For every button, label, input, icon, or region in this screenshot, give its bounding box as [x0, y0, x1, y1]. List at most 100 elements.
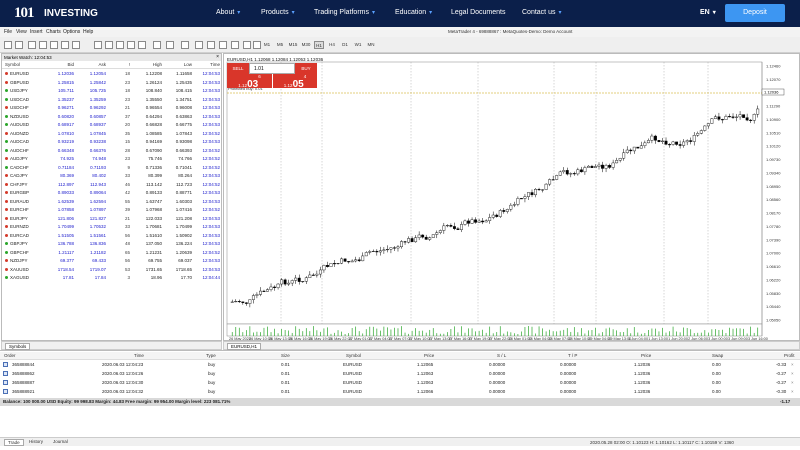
terminal-icon[interactable] [61, 41, 69, 49]
deposit-button[interactable]: Deposit [725, 4, 785, 22]
timeframe-w1[interactable]: W1 [353, 41, 363, 49]
tab-history[interactable]: History [26, 439, 46, 444]
col-bid[interactable]: Bid [52, 62, 74, 67]
menu-file[interactable]: File [4, 29, 12, 35]
fibonacci-icon[interactable] [231, 41, 239, 49]
col-tp[interactable]: T / P [568, 353, 577, 358]
col-high[interactable]: High [138, 62, 162, 67]
trade-row[interactable]: 365888844 2020.06.03 12:04:23 buy 0.01 EURUS… [0, 361, 800, 369]
timeframe-m30[interactable]: M30 [301, 41, 311, 49]
trade-row[interactable]: 365888862 2020.06.03 12:04:26 buy 0.01 EURUS… [0, 370, 800, 378]
zoom-in-icon[interactable] [94, 41, 102, 49]
tab-trade[interactable]: Trade [4, 439, 24, 446]
language-selector[interactable]: EN ▾ [700, 9, 716, 16]
text-icon[interactable] [243, 41, 251, 49]
col-profit[interactable]: Profit [784, 353, 795, 358]
timeframe-m5[interactable]: M5 [275, 41, 285, 49]
col-order[interactable]: Order [4, 353, 16, 358]
sell-price[interactable]: 1.12036 [227, 74, 272, 90]
market-watch-row[interactable]: AUDCAD 0.93219 0.93238 15 0.94169 0.93098 12:0… [2, 138, 221, 147]
tile-windows-icon[interactable] [116, 41, 124, 49]
col-low[interactable]: Low [168, 62, 192, 67]
tab-journal[interactable]: Journal [50, 439, 71, 444]
col-type[interactable]: Type [206, 353, 216, 358]
close-icon[interactable]: × [791, 380, 794, 385]
col-symbol[interactable]: Symbol [5, 62, 20, 67]
col-sl[interactable]: S / L [497, 353, 506, 358]
nav-about[interactable]: About ▾ [216, 9, 240, 16]
nav-trading-platforms[interactable]: Trading Platforms ▾ [314, 9, 375, 16]
market-watch-row[interactable]: CADCHF 0.71184 0.71193 9 0.71336 0.71041 12:04… [2, 164, 221, 173]
menu-help[interactable]: Help [83, 29, 93, 35]
channel-icon[interactable] [219, 41, 227, 49]
market-watch-row[interactable]: USDCHF 0.96271 0.96292 21 0.96554 0.96008 12:0… [2, 104, 221, 113]
market-watch-row[interactable]: NZDUSD 0.60820 0.60857 37 0.64294 0.63863 12:0… [2, 113, 221, 122]
chart-shift-icon[interactable] [138, 41, 146, 49]
new-chart-icon[interactable] [4, 41, 12, 49]
market-watch-row[interactable]: EURGBP 0.89033 0.89064 42 0.89133 0.88771 12:0… [2, 189, 221, 198]
navigator-icon[interactable] [50, 41, 58, 49]
market-watch-row[interactable]: CADJPY 80.369 80.402 33 80.399 80.264 12:04:53 [2, 172, 221, 181]
market-watch-row[interactable]: AUDNZD 1.07810 1.07845 35 1.08585 1.07843 12:0… [2, 130, 221, 139]
col-current-price[interactable]: Price [641, 353, 651, 358]
market-watch-row[interactable]: EURNZD 1.70499 1.70532 33 1.70681 1.70499 12:0… [2, 223, 221, 232]
vertical-line-icon[interactable] [181, 41, 189, 49]
zoom-out-icon[interactable] [105, 41, 113, 49]
col-symbol[interactable]: Symbol [346, 353, 361, 358]
close-icon[interactable]: × [216, 54, 219, 61]
trade-row[interactable]: 365888921 2020.06.03 12:04:32 buy 0.01 EURUS… [0, 388, 800, 396]
close-icon[interactable]: × [791, 362, 794, 367]
data-window-icon[interactable] [39, 41, 47, 49]
sell-button[interactable]: SELL [227, 63, 249, 74]
tab-symbols[interactable]: Symbols [5, 343, 31, 350]
nav-products[interactable]: Products ▾ [261, 9, 295, 16]
chart-window[interactable]: 1.124601.120701.116801.112901.109001.105… [223, 53, 800, 341]
market-watch-row[interactable]: EURAUD 1.62539 1.62594 55 1.63747 1.60303 12:0… [2, 198, 221, 207]
close-icon[interactable]: × [791, 389, 794, 394]
market-watch-row[interactable]: XAUUSD 1718.54 1719.07 53 1731.65 1718.65 12:0… [2, 266, 221, 275]
market-watch-row[interactable]: CHFJPY 112.897 112.943 46 113.142 112.723 12:0… [2, 181, 221, 190]
buy-button[interactable]: BUY [295, 63, 317, 74]
price-chart[interactable]: 1.124601.120701.116801.112901.109001.105… [224, 54, 799, 340]
market-watch-row[interactable]: NZDJPY 69.377 69.433 56 69.755 69.037 12:04:53 [2, 257, 221, 266]
market-watch-row[interactable]: EURJPY 121.806 121.827 21 122.033 121.208 12:0… [2, 215, 221, 224]
market-watch-row[interactable]: XAGUSD 17.81 17.84 3 18.96 17.70 12:04:44 [2, 274, 221, 283]
col-size[interactable]: Size [281, 353, 290, 358]
tab-eurusd-h1[interactable]: EURUSD,H1 [227, 343, 262, 350]
close-icon[interactable]: × [791, 371, 794, 376]
col-ask[interactable]: Ask [84, 62, 106, 67]
menu-insert[interactable]: Insert [30, 29, 43, 35]
timeframe-h1[interactable]: H1 [314, 41, 324, 49]
menu-charts[interactable]: Charts [46, 29, 61, 35]
lot-size-input[interactable] [249, 63, 295, 74]
market-watch-row[interactable]: GBPUSD 1.25815 1.25842 23 1.26124 1.25435 12:0… [2, 79, 221, 88]
buy-price[interactable]: 1.12054 [272, 74, 317, 90]
market-watch-row[interactable]: EURCHF 1.07858 1.07897 39 1.07968 1.07416 12:0… [2, 206, 221, 215]
market-watch-row[interactable]: USDCAD 1.35237 1.35259 23 1.35550 1.34751 12:0… [2, 96, 221, 105]
menu-options[interactable]: Options [63, 29, 80, 35]
market-watch-row[interactable]: EURUSD 1.12036 1.12054 18 1.12208 1.11658 12:0… [2, 70, 221, 79]
col-spread[interactable]: ! [120, 62, 130, 67]
auto-scroll-icon[interactable] [127, 41, 135, 49]
nav-legal-documents[interactable]: Legal Documents [451, 9, 508, 16]
timeframe-mn[interactable]: MN [366, 41, 376, 49]
nav-contact-us[interactable]: Contact us ▾ [522, 9, 561, 16]
market-watch-row[interactable]: AUDUSD 0.68917 0.68937 20 0.66828 0.66775 12:0… [2, 121, 221, 130]
market-watch-row[interactable]: GBPJPY 136.788 136.836 48 137.050 136.224 12:0… [2, 240, 221, 249]
col-time[interactable]: Time [198, 62, 220, 67]
horizontal-line-icon[interactable] [195, 41, 203, 49]
market-watch-row[interactable]: USDJPY 105.711 105.725 18 108.840 108.415 12:0… [2, 87, 221, 96]
cursor-icon[interactable] [153, 41, 161, 49]
timeframe-m15[interactable]: M15 [288, 41, 298, 49]
timeframe-d1[interactable]: D1 [340, 41, 350, 49]
menu-view[interactable]: View [16, 29, 27, 35]
trade-row[interactable]: 365888887 2020.06.03 12:04:30 buy 0.01 EURUS… [0, 379, 800, 387]
trendline-icon[interactable] [207, 41, 215, 49]
market-watch-row[interactable]: AUDCHF 0.66348 0.66376 28 0.67090 0.66393 12:0… [2, 147, 221, 156]
col-time[interactable]: Time [134, 353, 144, 358]
nav-education[interactable]: Education ▾ [395, 9, 432, 16]
market-watch-row[interactable]: AUDJPY 74.925 74.948 23 75.746 74.766 12:04:52 [2, 155, 221, 164]
timeframe-m1[interactable]: M1 [262, 41, 272, 49]
market-watch-row[interactable]: EURCAD 1.51505 1.51561 56 1.51610 1.50902 12:0… [2, 232, 221, 241]
profiles-icon[interactable] [15, 41, 23, 49]
